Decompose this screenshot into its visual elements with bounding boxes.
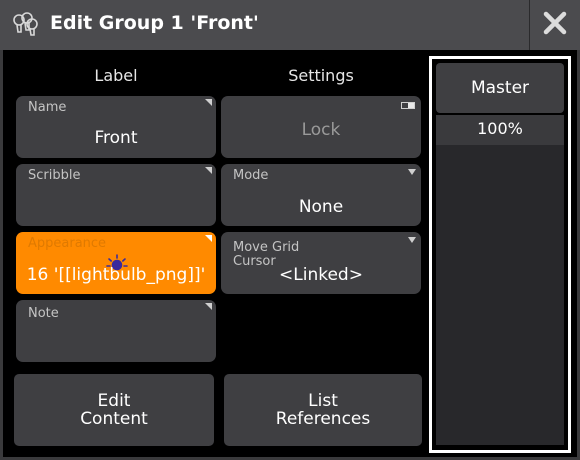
- lock-button[interactable]: Lock: [221, 96, 421, 158]
- toggle-indicator-icon: [401, 102, 415, 109]
- list-references-button[interactable]: List References: [224, 374, 422, 446]
- appearance-value: 16 '[[lightbulb_png]]': [26, 265, 206, 285]
- note-label: Note: [28, 306, 59, 321]
- mode-label: Mode: [233, 168, 269, 183]
- dropdown-arrow-icon: [408, 237, 416, 243]
- lightbulbs-icon: [10, 10, 40, 40]
- mode-field[interactable]: Mode None: [221, 164, 421, 226]
- label-column-header: Label: [94, 66, 138, 85]
- lock-label: Lock: [301, 120, 341, 140]
- name-label: Name: [28, 100, 67, 115]
- close-button[interactable]: [529, 0, 580, 50]
- move-grid-cursor-field[interactable]: Move Grid Cursor <Linked>: [221, 232, 421, 294]
- appearance-label: Appearance: [28, 236, 107, 251]
- name-value: Front: [94, 128, 138, 148]
- close-icon: [543, 11, 567, 39]
- move-grid-cursor-value: <Linked>: [279, 265, 363, 285]
- edit-corner-icon: [205, 303, 212, 310]
- master-label: Master: [470, 78, 530, 98]
- name-field[interactable]: Name Front: [16, 96, 216, 158]
- edit-corner-icon: [205, 167, 212, 174]
- move-grid-cursor-label-line1: Move Grid: [233, 240, 300, 255]
- edit-content-button[interactable]: Edit Content: [14, 374, 214, 446]
- dropdown-arrow-icon: [408, 169, 416, 175]
- edit-corner-icon: [205, 235, 212, 242]
- master-value: 100%: [477, 119, 523, 138]
- note-field[interactable]: Note: [16, 300, 216, 362]
- master-button[interactable]: Master: [436, 63, 564, 113]
- window-title: Edit Group 1 'Front': [50, 12, 259, 34]
- edit-content-label-line2: Content: [80, 409, 148, 429]
- scribble-label: Scribble: [28, 168, 81, 183]
- master-fader[interactable]: 100%: [436, 115, 564, 445]
- appearance-field[interactable]: Appearance 16 '[[lightbulb_png]]': [16, 232, 216, 294]
- list-references-label-line2: References: [275, 409, 371, 429]
- settings-column-header: Settings: [288, 66, 354, 85]
- mode-value: None: [298, 197, 344, 217]
- scribble-field[interactable]: Scribble: [16, 164, 216, 226]
- title-bar: Edit Group 1 'Front': [0, 0, 580, 50]
- master-fader-panel: Master 100%: [429, 56, 571, 453]
- edit-corner-icon: [205, 99, 212, 106]
